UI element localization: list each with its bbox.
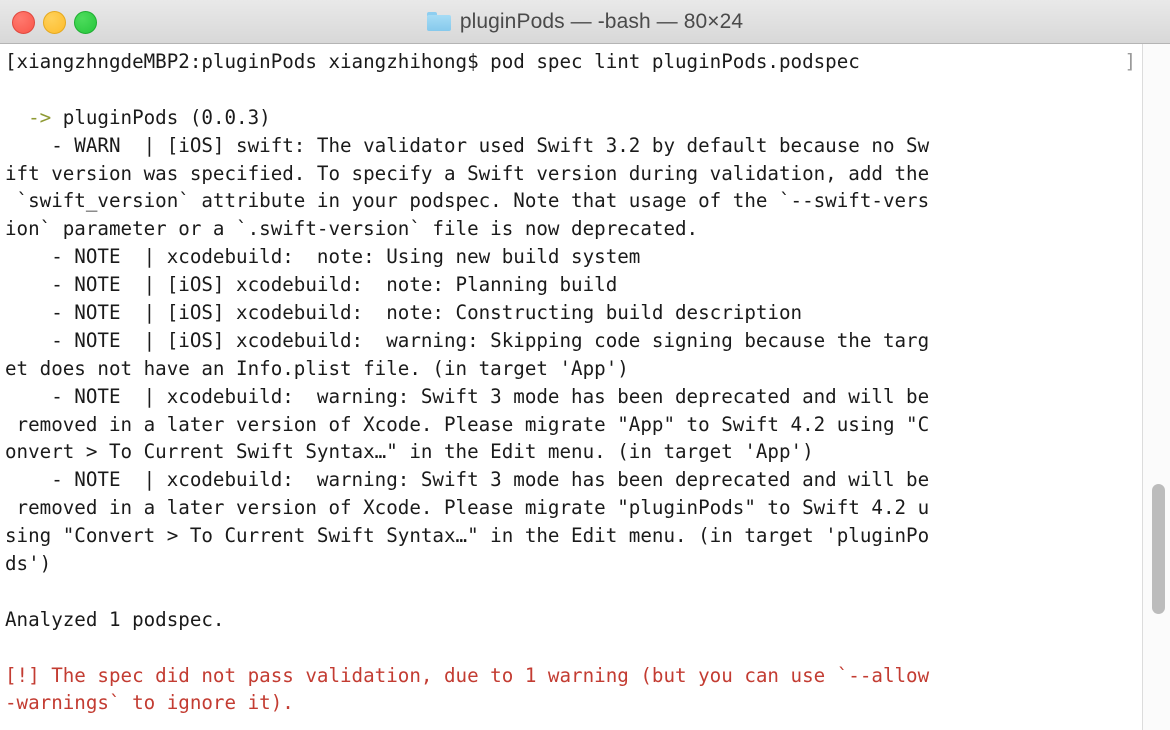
terminal-line: ift version was specified. To specify a …	[5, 160, 1142, 188]
terminal-line-text: - NOTE | [iOS] xcodebuild: note: Constru…	[5, 301, 803, 325]
terminal-line-text: [xiangzhngdeMBP2:pluginPods xiangzhihong…	[5, 50, 860, 73]
terminal-line-text: - NOTE | xcodebuild: warning: Swift 3 mo…	[5, 384, 930, 408]
terminal-line-text: - NOTE | [iOS] xcodebuild: note: Plannin…	[5, 273, 618, 297]
terminal-line: - NOTE | xcodebuild: warning: Swift 3 mo…	[5, 466, 1142, 494]
terminal-line-text: `swift_version` attribute in your podspe…	[5, 189, 930, 213]
title-bar: pluginPods — -bash — 80×24	[0, 0, 1170, 44]
terminal-line: -warnings` to ignore it).	[5, 689, 1142, 717]
folder-icon	[426, 12, 451, 31]
terminal-line: [!] The spec did not pass validation, du…	[5, 662, 1142, 690]
terminal-line: removed in a later version of Xcode. Ple…	[5, 494, 1142, 522]
terminal-line-text: -warnings` to ignore it).	[5, 691, 294, 715]
terminal-line-text: onvert > To Current Swift Syntax…" in th…	[5, 440, 814, 464]
terminal-line-text: removed in a later version of Xcode. Ple…	[5, 412, 930, 436]
terminal-line: `swift_version` attribute in your podspe…	[5, 187, 1142, 215]
terminal-line: - NOTE | [iOS] xcodebuild: note: Constru…	[5, 299, 1142, 327]
terminal-line: sing "Convert > To Current Swift Syntax……	[5, 522, 1142, 550]
terminal-line-text: ds')	[5, 552, 52, 576]
terminal-line-text: - NOTE | xcodebuild: note: Using new bui…	[5, 245, 641, 269]
window-title: pluginPods — -bash — 80×24	[459, 9, 744, 33]
terminal-line-text: [!] The spec did not pass validation, du…	[5, 663, 930, 687]
terminal-line: onvert > To Current Swift Syntax…" in th…	[5, 438, 1142, 466]
terminal-line-text: removed in a later version of Xcode. Ple…	[5, 496, 930, 520]
terminal-line: - WARN | [iOS] swift: The validator used…	[5, 132, 1142, 160]
terminal-line: et does not have an Info.plist file. (in…	[5, 355, 1142, 383]
terminal-line-text: - NOTE | xcodebuild: warning: Swift 3 mo…	[5, 468, 930, 492]
terminal-line-text: - NOTE | [iOS] xcodebuild: warning: Skip…	[5, 328, 930, 352]
terminal-line: ion` parameter or a `.swift-version` fil…	[5, 215, 1142, 243]
line-end-bracket: ]	[1124, 50, 1136, 73]
right-gutter	[1142, 44, 1170, 730]
terminal-output[interactable]: [xiangzhngdeMBP2:pluginPods xiangzhihong…	[0, 44, 1142, 717]
scrollbar-thumb[interactable]	[1152, 484, 1165, 614]
terminal-line: - NOTE | xcodebuild: note: Using new bui…	[5, 243, 1142, 271]
terminal-line-text: - WARN | [iOS] swift: The validator used…	[5, 133, 930, 157]
terminal-line-text: Analyzed 1 podspec.	[5, 607, 225, 631]
maximize-button[interactable]	[74, 10, 97, 34]
terminal-line-text: sing "Convert > To Current Swift Syntax……	[5, 524, 930, 548]
terminal-line-text: ion` parameter or a `.swift-version` fil…	[5, 217, 699, 241]
terminal-line-text: pluginPods (0.0.3)	[62, 105, 271, 129]
terminal-line: removed in a later version of Xcode. Ple…	[5, 411, 1142, 439]
terminal-line: Analyzed 1 podspec.	[5, 606, 1142, 634]
terminal-line-text: ift version was specified. To specify a …	[5, 161, 930, 185]
window-title-group: pluginPods — -bash — 80×24	[426, 9, 744, 34]
terminal-line: [xiangzhngdeMBP2:pluginPods xiangzhihong…	[5, 48, 1142, 76]
terminal-body[interactable]: [xiangzhngdeMBP2:pluginPods xiangzhihong…	[0, 44, 1170, 730]
terminal-window: pluginPods — -bash — 80×24 [xiangzhngdeM…	[0, 0, 1170, 730]
terminal-line: - NOTE | xcodebuild: warning: Swift 3 mo…	[5, 383, 1142, 411]
terminal-line: - NOTE | [iOS] xcodebuild: warning: Skip…	[5, 327, 1142, 355]
minimize-button[interactable]	[43, 10, 66, 34]
arrow-marker: ->	[5, 105, 63, 129]
vertical-scrollbar[interactable]	[1151, 44, 1166, 730]
terminal-line: -> pluginPods (0.0.3)	[5, 104, 1142, 132]
terminal-line-text: et does not have an Info.plist file. (in…	[5, 356, 629, 380]
terminal-line: ds')	[5, 550, 1142, 578]
window-controls	[12, 0, 97, 44]
close-button[interactable]	[12, 10, 35, 34]
terminal-line: - NOTE | [iOS] xcodebuild: note: Plannin…	[5, 271, 1142, 299]
